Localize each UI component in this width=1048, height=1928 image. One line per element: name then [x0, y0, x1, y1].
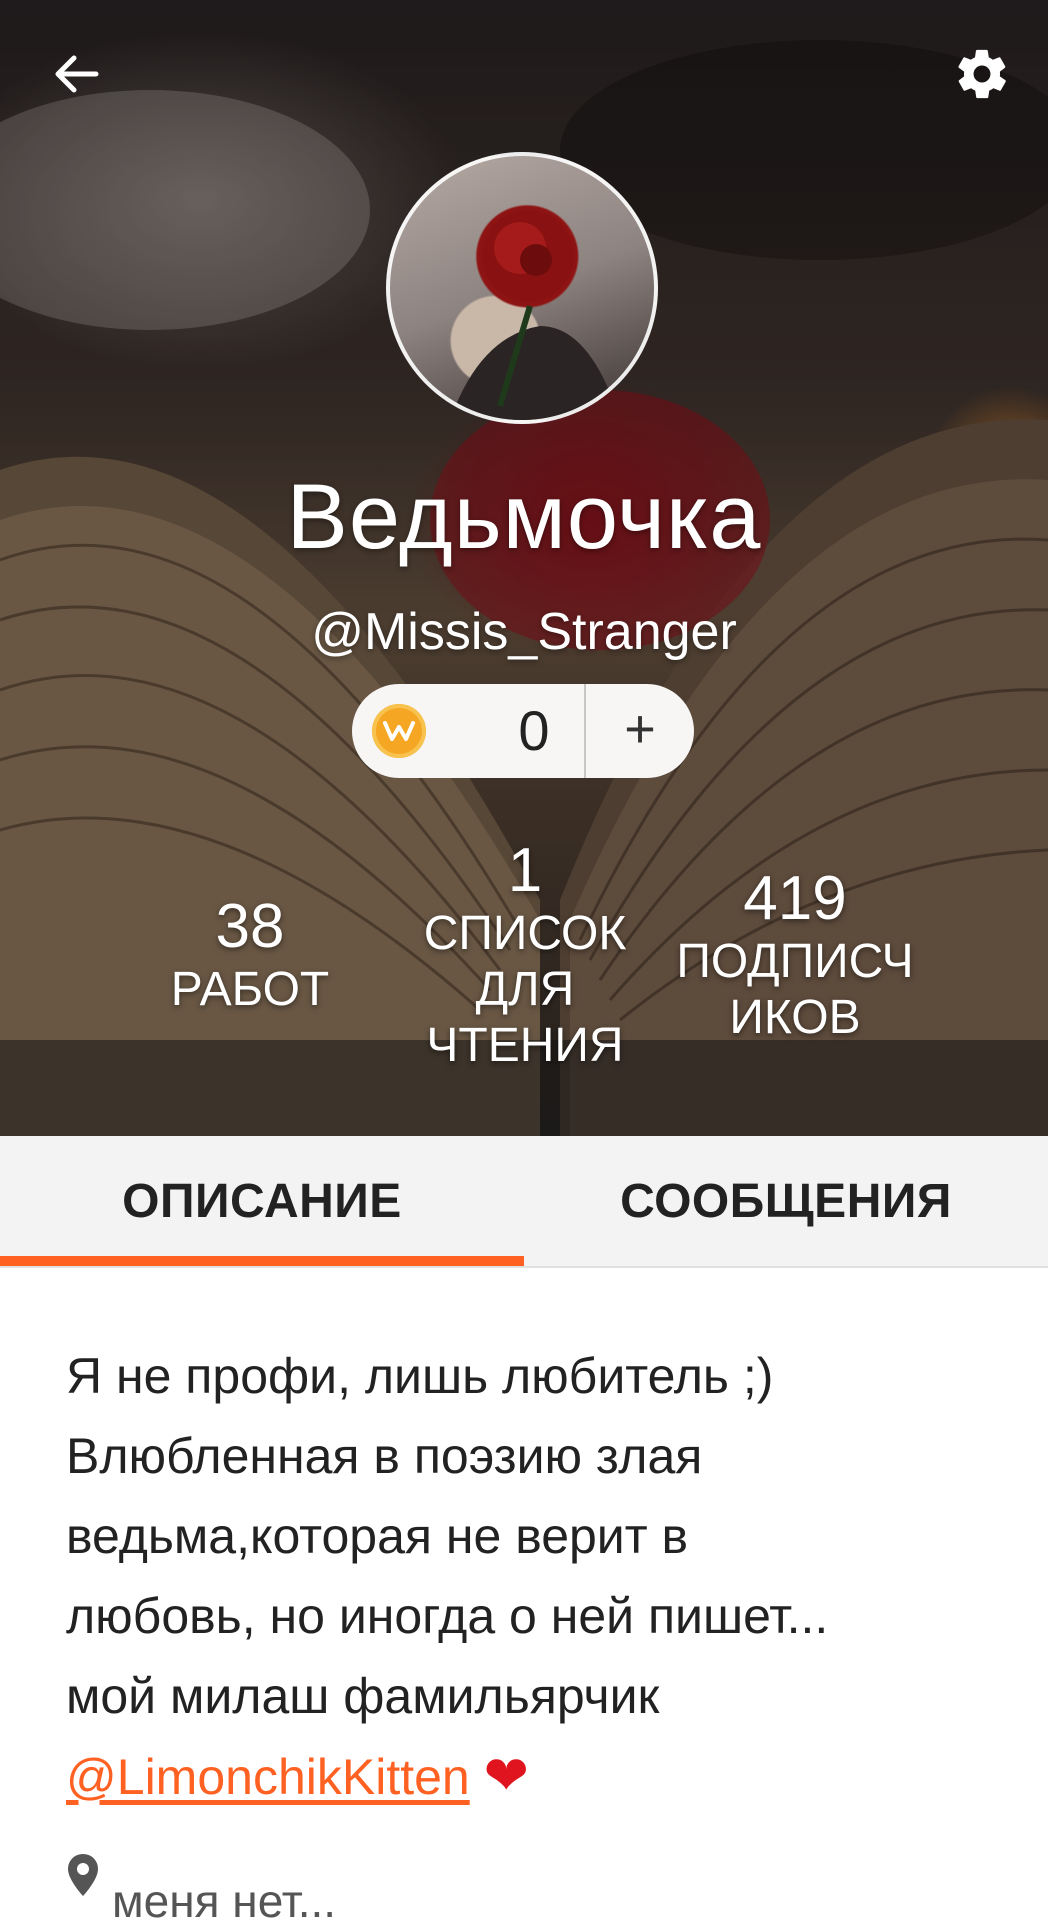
tab-messages[interactable]: СООБЩЕНИЯ [524, 1136, 1048, 1266]
stat-followers-label-2: ИКОВ [729, 991, 861, 1044]
bio-mention-line: @LimonchikKitten ❤ [66, 1736, 1006, 1817]
stat-works-label: РАБОТ [170, 963, 330, 1016]
tab-about[interactable]: ОПИСАНИЕ [0, 1136, 524, 1266]
user-mention-link[interactable]: @LimonchikKitten [66, 1749, 470, 1805]
bio-line: ведьма,которая не верит в [66, 1508, 689, 1564]
stat-followers-label-1: ПОДПИСЧ [676, 935, 914, 988]
profile-tabs: ОПИСАНИЕ СООБЩЕНИЯ [0, 1136, 1048, 1268]
stat-reading-lists-count: 1 [507, 836, 543, 905]
stat-followers-count: 419 [743, 864, 847, 933]
location-pin-icon [68, 1854, 98, 1896]
stat-followers[interactable]: 419 ПОДПИСЧ ИКОВ [660, 864, 930, 1046]
stat-reading-lists-label-2: ДЛЯ [475, 963, 575, 1016]
profile-bio: Я не профи, лишь любитель ;) Влюбленная … [66, 1336, 1006, 1817]
stat-reading-lists-label-1: СПИСОК [423, 907, 627, 960]
bio-line: Влюбленная в поэзию злая [66, 1428, 703, 1484]
bio-line: Я не профи, лишь любитель ;) [66, 1348, 774, 1404]
stat-reading-lists-label-3: ЧТЕНИЯ [426, 1019, 624, 1072]
avatar[interactable] [386, 152, 658, 424]
display-name: Ведьмочка [286, 466, 762, 568]
stat-works-count: 38 [215, 892, 285, 961]
back-arrow-icon[interactable] [36, 34, 116, 114]
stat-reading-lists[interactable]: 1 СПИСОК ДЛЯ ЧТЕНИЯ [410, 836, 640, 1074]
avatar-image [450, 210, 620, 420]
username: @Missis_Stranger [311, 603, 737, 661]
add-coins-button[interactable]: + [586, 684, 694, 778]
bio-line: мой милаш фамильярчик [66, 1668, 660, 1724]
coin-icon [372, 704, 426, 758]
stat-works[interactable]: 38 РАБОТ [150, 892, 350, 1018]
active-tab-indicator [0, 1256, 524, 1266]
heart-icon: ❤ [483, 1744, 529, 1807]
gear-icon[interactable] [942, 34, 1022, 114]
profile-header: Ведьмочка @Missis_Stranger 0 + 38 РАБОТ … [0, 0, 1048, 1136]
location: меня нет... [66, 1852, 336, 1927]
coin-balance[interactable]: 0 + [352, 684, 694, 778]
bio-line: любовь, но иногда о ней пишет... [66, 1588, 829, 1644]
